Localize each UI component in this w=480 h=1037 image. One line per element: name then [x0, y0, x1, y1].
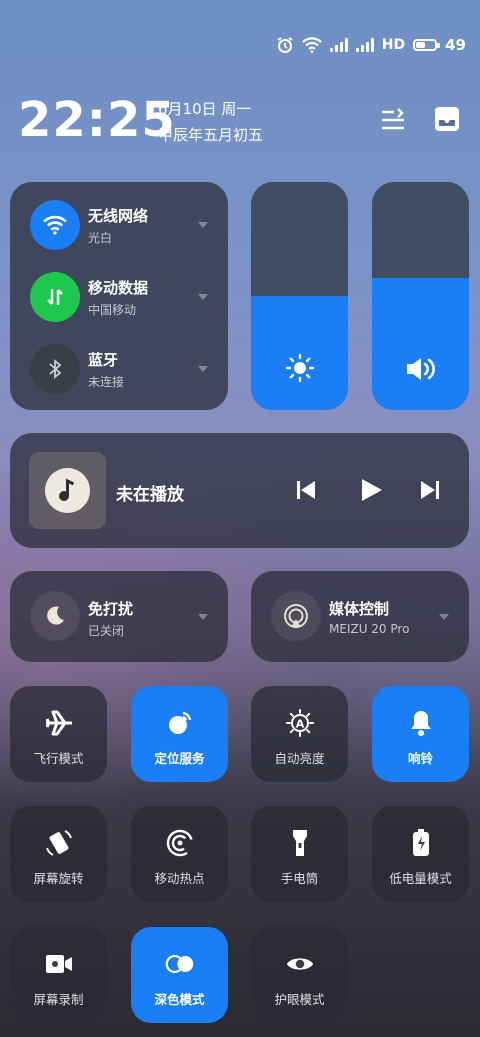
- auto-brightness-icon: A: [285, 708, 315, 738]
- screen-record-icon: [44, 949, 74, 979]
- media-control-toggle[interactable]: 媒体控制 MEIZU 20 Pro: [251, 571, 469, 662]
- dnd-status: 已关闭: [88, 624, 125, 638]
- tile-label: 低电量模式: [389, 871, 452, 886]
- tile-ringer[interactable]: 响铃: [372, 686, 469, 782]
- lunar-date: 甲辰年五月初五: [158, 126, 264, 144]
- chevron-down-icon[interactable]: [198, 366, 208, 372]
- network-type: HD: [381, 37, 406, 53]
- tile-airplane-mode[interactable]: 飞行模式: [10, 686, 107, 782]
- next-track-button[interactable]: [418, 478, 442, 502]
- chevron-down-icon[interactable]: [439, 614, 449, 620]
- cast-icon: [271, 591, 321, 641]
- tile-mobile-hotspot[interactable]: 移动热点: [131, 806, 228, 902]
- tile-low-power-mode[interactable]: 低电量模式: [372, 806, 469, 902]
- svg-text:A: A: [295, 718, 304, 731]
- mobile-data-title: 移动数据: [88, 278, 149, 297]
- bluetooth-toggle[interactable]: 蓝牙 未连接: [30, 344, 124, 394]
- location-icon: [165, 708, 195, 738]
- mobile-data-toggle[interactable]: 移动数据 中国移动: [30, 272, 148, 322]
- bluetooth-icon[interactable]: [30, 344, 80, 394]
- media-player: 未在播放: [10, 433, 469, 548]
- bluetooth-title: 蓝牙: [88, 350, 119, 369]
- chevron-down-icon[interactable]: [198, 614, 208, 620]
- rotate-icon: [44, 828, 74, 858]
- media-control-title: 媒体控制: [329, 600, 390, 618]
- brightness-slider[interactable]: [251, 182, 348, 410]
- battery-icon: [413, 39, 441, 51]
- tile-screen-rotation[interactable]: 屏幕旋转: [10, 806, 107, 902]
- edit-list-icon[interactable]: [378, 106, 408, 134]
- mobile-data-icon[interactable]: [30, 272, 80, 322]
- tile-label: 屏幕录制: [33, 992, 84, 1007]
- tile-label: 屏幕旋转: [33, 871, 84, 886]
- wifi-title: 无线网络: [88, 206, 149, 225]
- hotspot-icon: [165, 828, 195, 858]
- tile-screen-recording[interactable]: 屏幕录制: [10, 927, 107, 1023]
- dark-mode-icon: [165, 949, 195, 979]
- dnd-title: 免打扰: [88, 600, 134, 618]
- battery-level: 49: [445, 36, 466, 54]
- brightness-icon: [284, 352, 316, 388]
- flashlight-icon: [285, 828, 315, 858]
- signal-icon-2: [355, 38, 374, 52]
- tile-label: 自动亮度: [274, 751, 325, 766]
- tile-label: 响铃: [407, 751, 433, 766]
- tile-dark-mode[interactable]: 深色模式: [131, 927, 228, 1023]
- status-bar: HD 49: [276, 36, 466, 54]
- eye-icon: [285, 949, 315, 979]
- clock-time: 22:25: [18, 92, 176, 148]
- tile-eye-comfort[interactable]: 护眼模式: [251, 927, 348, 1023]
- tile-flashlight[interactable]: 手电筒: [251, 806, 348, 902]
- wifi-toggle-icon[interactable]: [30, 200, 80, 250]
- tile-auto-brightness[interactable]: A 自动亮度: [251, 686, 348, 782]
- dnd-toggle[interactable]: 免打扰 已关闭: [10, 571, 228, 662]
- signal-icon-1: [329, 38, 348, 52]
- album-art[interactable]: [29, 452, 106, 529]
- media-status: 未在播放: [116, 485, 184, 505]
- connectivity-panel: 无线网络 光白 移动数据 中国移动 蓝牙 未连接: [10, 182, 228, 410]
- alarm-icon: [277, 37, 293, 53]
- wifi-toggle[interactable]: 无线网络 光白: [30, 200, 148, 250]
- tile-label: 手电筒: [280, 871, 319, 886]
- moon-icon: [30, 591, 80, 641]
- airplane-icon: [44, 708, 74, 738]
- tile-label: 深色模式: [154, 992, 205, 1007]
- bluetooth-status: 未连接: [88, 374, 125, 389]
- tile-label: 定位服务: [154, 751, 205, 766]
- music-note-icon: [45, 468, 90, 513]
- volume-slider-fill: [372, 277, 469, 410]
- chevron-down-icon[interactable]: [198, 222, 208, 228]
- inbox-icon[interactable]: [432, 104, 462, 134]
- wifi-icon: [302, 37, 322, 53]
- media-control-device: MEIZU 20 Pro: [329, 622, 410, 636]
- mobile-carrier: 中国移动: [88, 302, 137, 317]
- wifi-network-name: 光白: [88, 230, 113, 245]
- date: 6月10日 周一: [158, 100, 252, 118]
- tile-location-services[interactable]: 定位服务: [131, 686, 228, 782]
- volume-slider[interactable]: [372, 182, 469, 410]
- previous-track-button[interactable]: [294, 478, 318, 502]
- tile-label: 飞行模式: [33, 751, 84, 766]
- tile-label: 移动热点: [154, 871, 205, 886]
- volume-icon: [404, 354, 438, 388]
- chevron-down-icon[interactable]: [198, 294, 208, 300]
- battery-saver-icon: [406, 828, 436, 858]
- bell-icon: [406, 708, 436, 738]
- tile-label: 护眼模式: [274, 992, 325, 1007]
- play-button[interactable]: [358, 477, 384, 503]
